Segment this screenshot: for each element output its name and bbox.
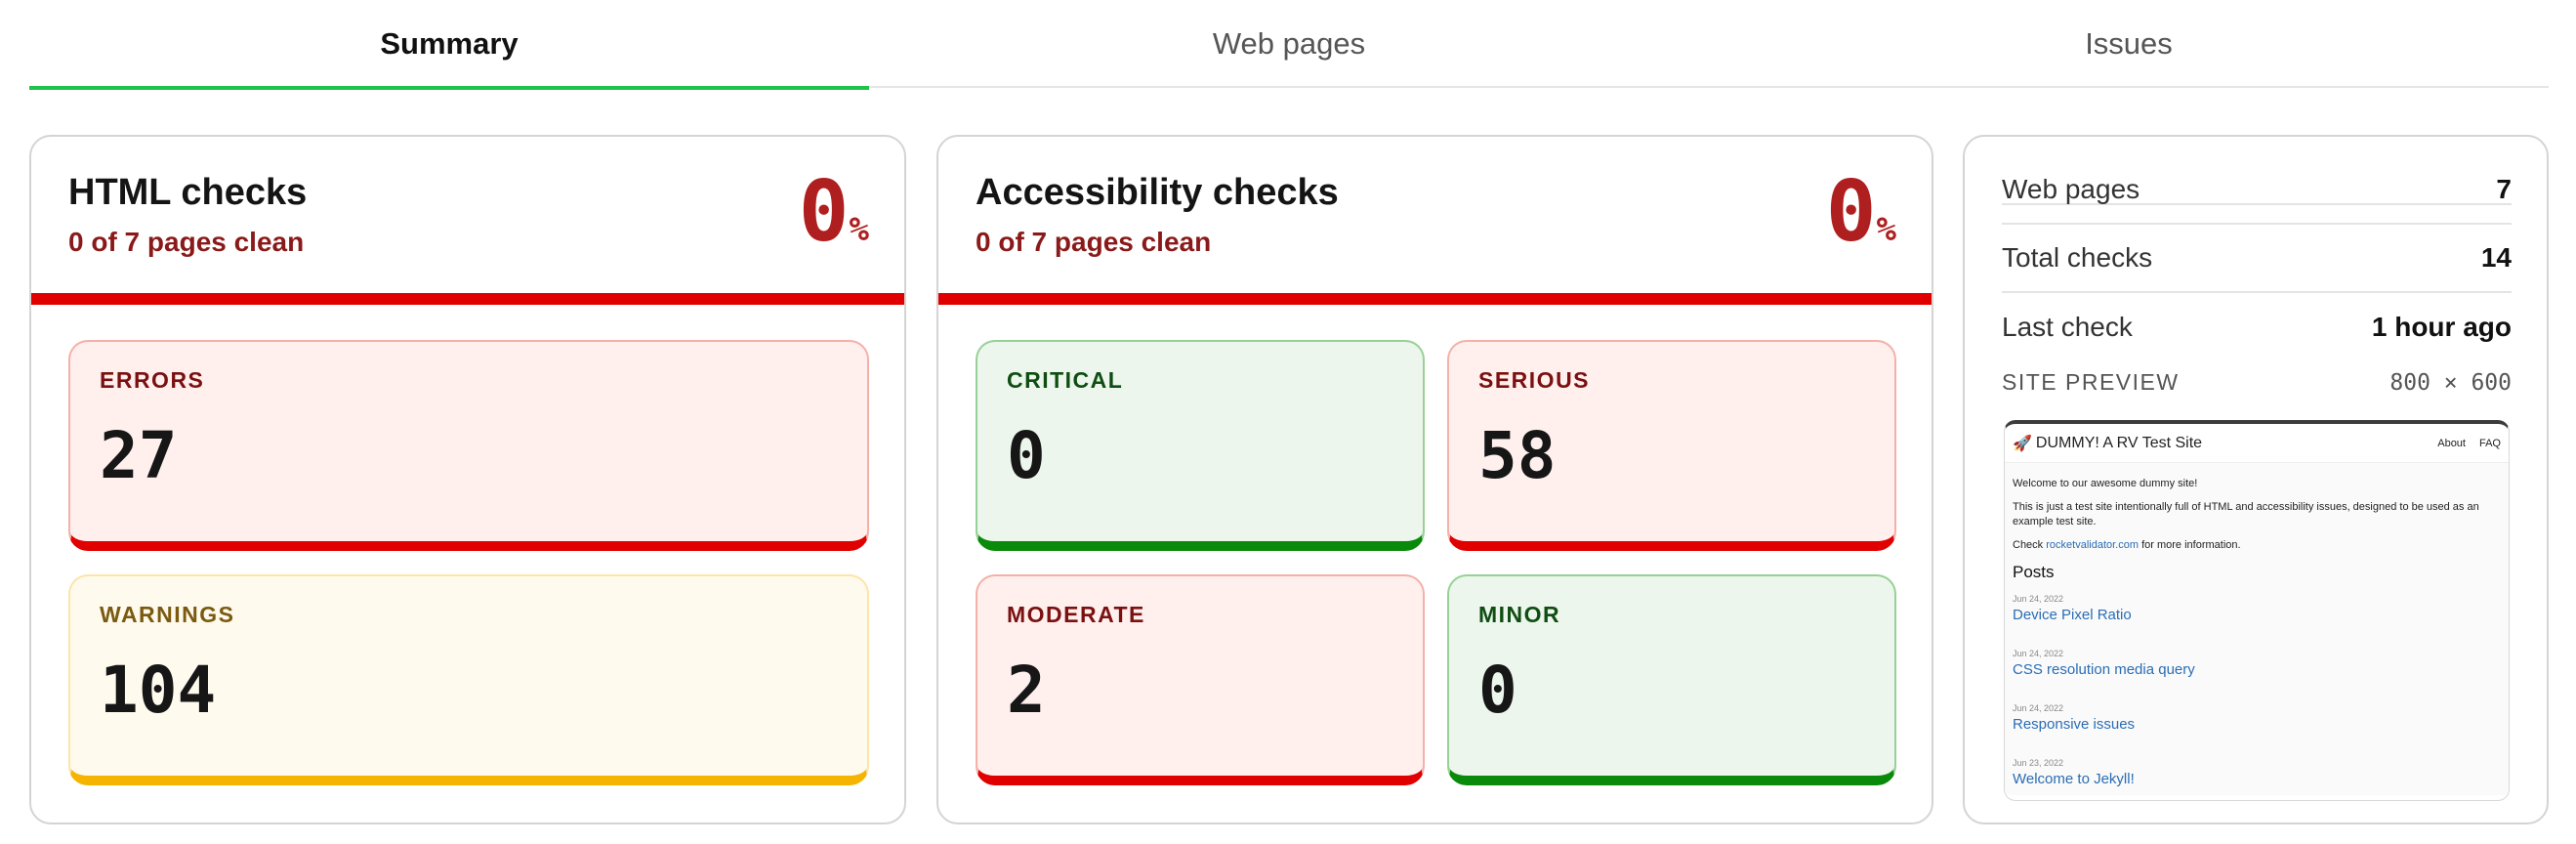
a11y-progress-bar <box>938 293 1932 305</box>
minor-value: 0 <box>1478 653 1517 728</box>
preview-body: Welcome to our awesome dummy site! This … <box>2005 463 2509 795</box>
site-preview-thumbnail[interactable]: 🚀 DUMMY! A RV Test Site About FAQ Welcom… <box>2004 420 2510 801</box>
html-checks-card: HTML checks 0 of 7 pages clean 0% ERRORS… <box>29 135 906 824</box>
errors-value: 27 <box>100 418 178 493</box>
serious-tile[interactable]: SERIOUS 58 <box>1447 340 1896 551</box>
stat-label: Web pages <box>2002 174 2140 204</box>
errors-tile[interactable]: ERRORS 27 <box>68 340 869 551</box>
warnings-value: 104 <box>100 653 217 728</box>
html-percent-symbol: % <box>849 210 869 249</box>
html-checks-title: HTML checks <box>68 172 308 213</box>
preview-posts-heading: Posts <box>2013 563 2055 581</box>
critical-tile[interactable]: CRITICAL 0 <box>976 340 1425 551</box>
preview-brand-text: DUMMY! A RV Test Site <box>2035 434 2203 451</box>
accessibility-checks-title: Accessibility checks <box>976 172 1339 213</box>
tab-issues[interactable]: Issues <box>1709 0 2549 88</box>
accessibility-checks-subtitle: 0 of 7 pages clean <box>976 227 1212 257</box>
html-checks-header: HTML checks 0 of 7 pages clean 0% <box>31 137 904 293</box>
accessibility-checks-percent: 0% <box>1826 170 1896 254</box>
stat-label: Last check <box>2002 312 2133 342</box>
preview-link-about: About <box>2437 437 2466 449</box>
preview-check-line: Check rocketvalidator.com for more infor… <box>2013 538 2501 553</box>
stat-label: Total checks <box>2002 242 2153 273</box>
stat-value: 7 <box>2496 174 2512 204</box>
serious-label: SERIOUS <box>1478 367 1591 393</box>
minor-tile[interactable]: MINOR 0 <box>1447 574 1896 785</box>
serious-value: 58 <box>1478 418 1557 493</box>
moderate-value: 2 <box>1007 653 1046 728</box>
stat-row-last-check: Last check 1 hour ago <box>2002 293 2512 361</box>
tab-bar: Summary Web pages Issues <box>29 0 2549 90</box>
preview-post-date: Jun 24, 2022 <box>2013 703 2064 713</box>
html-checks-subtitle: 0 of 7 pages clean <box>68 227 305 257</box>
html-percent-value: 0 <box>798 163 850 261</box>
html-checks-percent: 0% <box>799 170 869 254</box>
tab-summary[interactable]: Summary <box>29 0 869 90</box>
stat-value: 14 <box>2480 242 2512 273</box>
preview-link-faq: FAQ <box>2478 437 2501 449</box>
preview-nav-links: About FAQ <box>2437 438 2501 449</box>
preview-post-title: Responsive issues <box>2013 716 2136 733</box>
moderate-tile[interactable]: MODERATE 2 <box>976 574 1425 785</box>
preview-navbar: 🚀 DUMMY! A RV Test Site About FAQ <box>2005 424 2509 463</box>
tab-web-pages[interactable]: Web pages <box>869 0 1709 88</box>
preview-post-title: Device Pixel Ratio <box>2013 607 2132 623</box>
preview-post-title: Welcome to Jekyll! <box>2013 771 2135 787</box>
site-preview-title: SITE PREVIEW <box>2002 369 2180 395</box>
a11y-percent-value: 0 <box>1825 163 1877 261</box>
moderate-label: MODERATE <box>1007 602 1145 627</box>
site-preview-dimensions: 800 × 600 <box>2389 369 2512 396</box>
html-progress-bar <box>31 293 904 305</box>
stat-value: 1 hour ago <box>2371 312 2512 342</box>
preview-welcome: Welcome to our awesome dummy site! <box>2013 478 2198 489</box>
preview-post-title: CSS resolution media query <box>2013 661 2195 678</box>
a11y-percent-symbol: % <box>1876 210 1896 249</box>
preview-post-date: Jun 24, 2022 <box>2013 649 2064 658</box>
preview-post-date: Jun 24, 2022 <box>2013 594 2064 604</box>
critical-label: CRITICAL <box>1007 367 1124 393</box>
warnings-label: WARNINGS <box>100 602 235 627</box>
preview-check-suffix: for more information. <box>2141 539 2241 551</box>
preview-brand: 🚀 DUMMY! A RV Test Site <box>2013 434 2202 453</box>
critical-value: 0 <box>1007 418 1046 493</box>
site-stats-card: Web pages 7 Total checks 14 Last check 1… <box>1963 135 2549 824</box>
rocket-icon: 🚀 <box>2013 435 2032 452</box>
preview-intro: This is just a test site intentionally f… <box>2013 501 2479 528</box>
accessibility-checks-card: Accessibility checks 0 of 7 pages clean … <box>936 135 1933 824</box>
minor-label: MINOR <box>1478 602 1561 627</box>
preview-check-link: rocketvalidator.com <box>2046 539 2140 551</box>
stat-row-total-checks: Total checks 14 <box>2002 225 2512 293</box>
preview-check-prefix: Check <box>2013 539 2044 551</box>
preview-post-date: Jun 23, 2022 <box>2013 758 2064 768</box>
accessibility-checks-header: Accessibility checks 0 of 7 pages clean … <box>938 137 1932 293</box>
warnings-tile[interactable]: WARNINGS 104 <box>68 574 869 785</box>
site-preview-header: SITE PREVIEW 800 × 600 <box>2002 369 2512 396</box>
errors-label: ERRORS <box>100 367 205 393</box>
stat-row-web-pages: Web pages 7 <box>2002 156 2512 225</box>
